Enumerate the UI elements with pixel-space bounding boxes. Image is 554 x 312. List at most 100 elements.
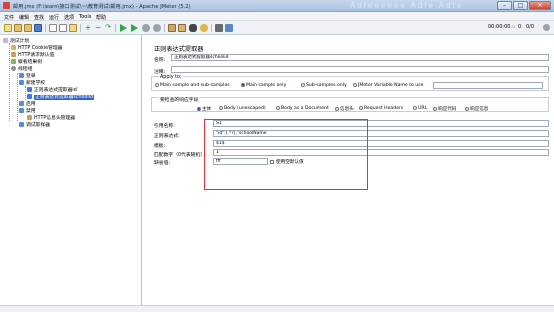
- radio-dot: [219, 106, 223, 110]
- shutdown-icon[interactable]: [153, 24, 161, 32]
- start-no-pauses-icon[interactable]: [131, 24, 138, 32]
- paste-icon[interactable]: [69, 24, 77, 32]
- menu-help[interactable]: 帮助: [96, 14, 106, 21]
- apply-main-only-radio[interactable]: Main sample only: [241, 83, 286, 88]
- warning-icon[interactable]: ⚠: [511, 24, 515, 30]
- tree-item-thread-group[interactable]: 线程组: [11, 66, 32, 72]
- save-icon[interactable]: [34, 24, 42, 32]
- clear-icon[interactable]: [168, 24, 176, 32]
- cookie-manager-icon: [11, 45, 16, 50]
- apply-sub-only-radio[interactable]: Sub-samples only: [301, 83, 347, 88]
- radio-dot: [335, 107, 339, 111]
- menu-options[interactable]: 选项: [64, 14, 74, 21]
- reset-search-icon[interactable]: [200, 24, 208, 32]
- radio-dot: [301, 83, 305, 87]
- tree-item-new-school[interactable]: 新建学校: [19, 80, 45, 86]
- window-title: 邮用.jmx (F:\learn\接口测试\~\教育测试\邮用.jmx) - A…: [13, 4, 191, 10]
- default-value-label: 缺省值:: [154, 161, 171, 166]
- template-label: 模板:: [154, 144, 166, 149]
- new-icon[interactable]: [4, 24, 12, 32]
- toolbar-separator: [80, 24, 81, 32]
- toolbar-separator: [211, 24, 212, 32]
- help-icon[interactable]: [225, 24, 233, 32]
- field-headers-radio[interactable]: 信息头: [335, 106, 354, 112]
- menu-edit[interactable]: 编辑: [19, 14, 29, 21]
- regex-label: 正则表达式:: [154, 134, 180, 139]
- tree-item-http-defaults[interactable]: HTTP请求默认值: [11, 52, 54, 58]
- toolbar: + − ↷ 00:00:00 ⚠ 0 0/0: [0, 21, 554, 35]
- status-bar: [0, 305, 554, 312]
- function-helper-icon[interactable]: [215, 24, 223, 32]
- minimize-button[interactable]: –: [497, 1, 512, 10]
- close-button[interactable]: ✕: [529, 1, 551, 10]
- menu-run[interactable]: 运行: [49, 14, 59, 21]
- sampler-icon: [19, 80, 24, 85]
- name-field[interactable]: 正则表达式提取器schoolid: [171, 54, 549, 61]
- header-manager-icon: [27, 115, 32, 120]
- tree-item-cookie-manager[interactable]: HTTP Cookie管理器: [11, 45, 62, 51]
- apply-to-label: Apply to:: [159, 75, 183, 80]
- menu-file[interactable]: 文件: [4, 14, 14, 21]
- field-body-unescaped-radio[interactable]: Body (unescaped): [219, 106, 266, 111]
- apply-main-and-sub-radio[interactable]: Main sample and sub-samples: [155, 83, 230, 88]
- highlight-annotation: [204, 119, 368, 190]
- radio-dot: [276, 106, 280, 110]
- field-body-radio[interactable]: 主体: [197, 106, 211, 112]
- ref-name-label: 引用名称:: [154, 124, 175, 129]
- radio-dot: [241, 83, 245, 87]
- toolbar-separator: [164, 24, 165, 32]
- field-response-code-radio[interactable]: 响应代码: [433, 106, 456, 112]
- menu-search[interactable]: 查找: [34, 14, 44, 21]
- warning-count: 0: [518, 24, 522, 30]
- tree-item-results-tree[interactable]: 察看结果树: [11, 59, 42, 65]
- copy-icon[interactable]: [59, 24, 67, 32]
- maximize-button[interactable]: □: [513, 1, 528, 10]
- watermark: Adfeeeeee Adfe Adfe: [350, 1, 464, 10]
- field-body-document-radio[interactable]: Body as a Document: [276, 106, 329, 111]
- open-icon[interactable]: [24, 24, 32, 32]
- stop-icon[interactable]: [142, 24, 150, 32]
- templates-icon[interactable]: [14, 24, 22, 32]
- tree-item-extractor-id[interactable]: 正则表达式提取器id: [27, 87, 77, 93]
- radio-dot: [433, 107, 437, 111]
- tree-item-disable[interactable]: 禁用: [19, 108, 36, 114]
- tree-item-enable[interactable]: 启用: [19, 101, 36, 107]
- menu-bar: 文件 编辑 查找 运行 选项 Tools 帮助: [0, 12, 554, 21]
- title-bar: 邮用.jmx (F:\learn\接口测试\~\教育测试\邮用.jmx) - A…: [0, 0, 554, 12]
- apply-variable-radio[interactable]: JMeter Variable Name to use: [353, 83, 423, 88]
- tree-item-testplan[interactable]: 测试计划: [3, 38, 29, 44]
- sampler-icon: [19, 108, 24, 113]
- radio-dot: [359, 106, 363, 110]
- results-tree-icon: [11, 59, 16, 64]
- field-response-message-radio[interactable]: 响应信息: [465, 106, 488, 112]
- tree-item-login[interactable]: 登录: [19, 73, 36, 79]
- sampler-icon: [19, 101, 24, 106]
- sampler-icon: [19, 73, 24, 78]
- start-icon[interactable]: [120, 24, 127, 32]
- radio-dot: [465, 107, 469, 111]
- field-to-check-label: 要检查的响应字段: [159, 96, 200, 103]
- toggle-icon[interactable]: ↷: [104, 24, 112, 32]
- expand-icon[interactable]: +: [84, 24, 92, 32]
- comment-label: 注释:: [154, 70, 166, 75]
- tree-connector: [17, 73, 18, 121]
- tree-connector: [25, 86, 26, 100]
- http-defaults-icon: [11, 52, 16, 57]
- tree-item-debug-sampler[interactable]: 调试取样器: [19, 122, 50, 128]
- toolbar-separator: [45, 24, 46, 32]
- field-request-headers-radio[interactable]: Request Headers: [359, 106, 403, 111]
- clear-all-icon[interactable]: [178, 24, 186, 32]
- tree-item-extractor-schoolid[interactable]: 正则表达式提取器schoolid: [27, 94, 95, 100]
- name-label: 名称:: [154, 58, 166, 63]
- search-icon[interactable]: [189, 24, 197, 32]
- cut-icon[interactable]: [49, 24, 57, 32]
- menu-tools[interactable]: Tools: [79, 14, 91, 20]
- status-icon: [543, 24, 550, 31]
- comment-field[interactable]: [171, 66, 549, 73]
- jmeter-app-icon: [3, 2, 10, 9]
- field-url-radio[interactable]: URL: [413, 106, 427, 111]
- tree-item-header-manager[interactable]: HTTP信息头管理器: [27, 115, 75, 121]
- collapse-icon[interactable]: −: [94, 24, 102, 32]
- apply-variable-field[interactable]: [433, 82, 543, 89]
- testplan-icon: [3, 38, 8, 43]
